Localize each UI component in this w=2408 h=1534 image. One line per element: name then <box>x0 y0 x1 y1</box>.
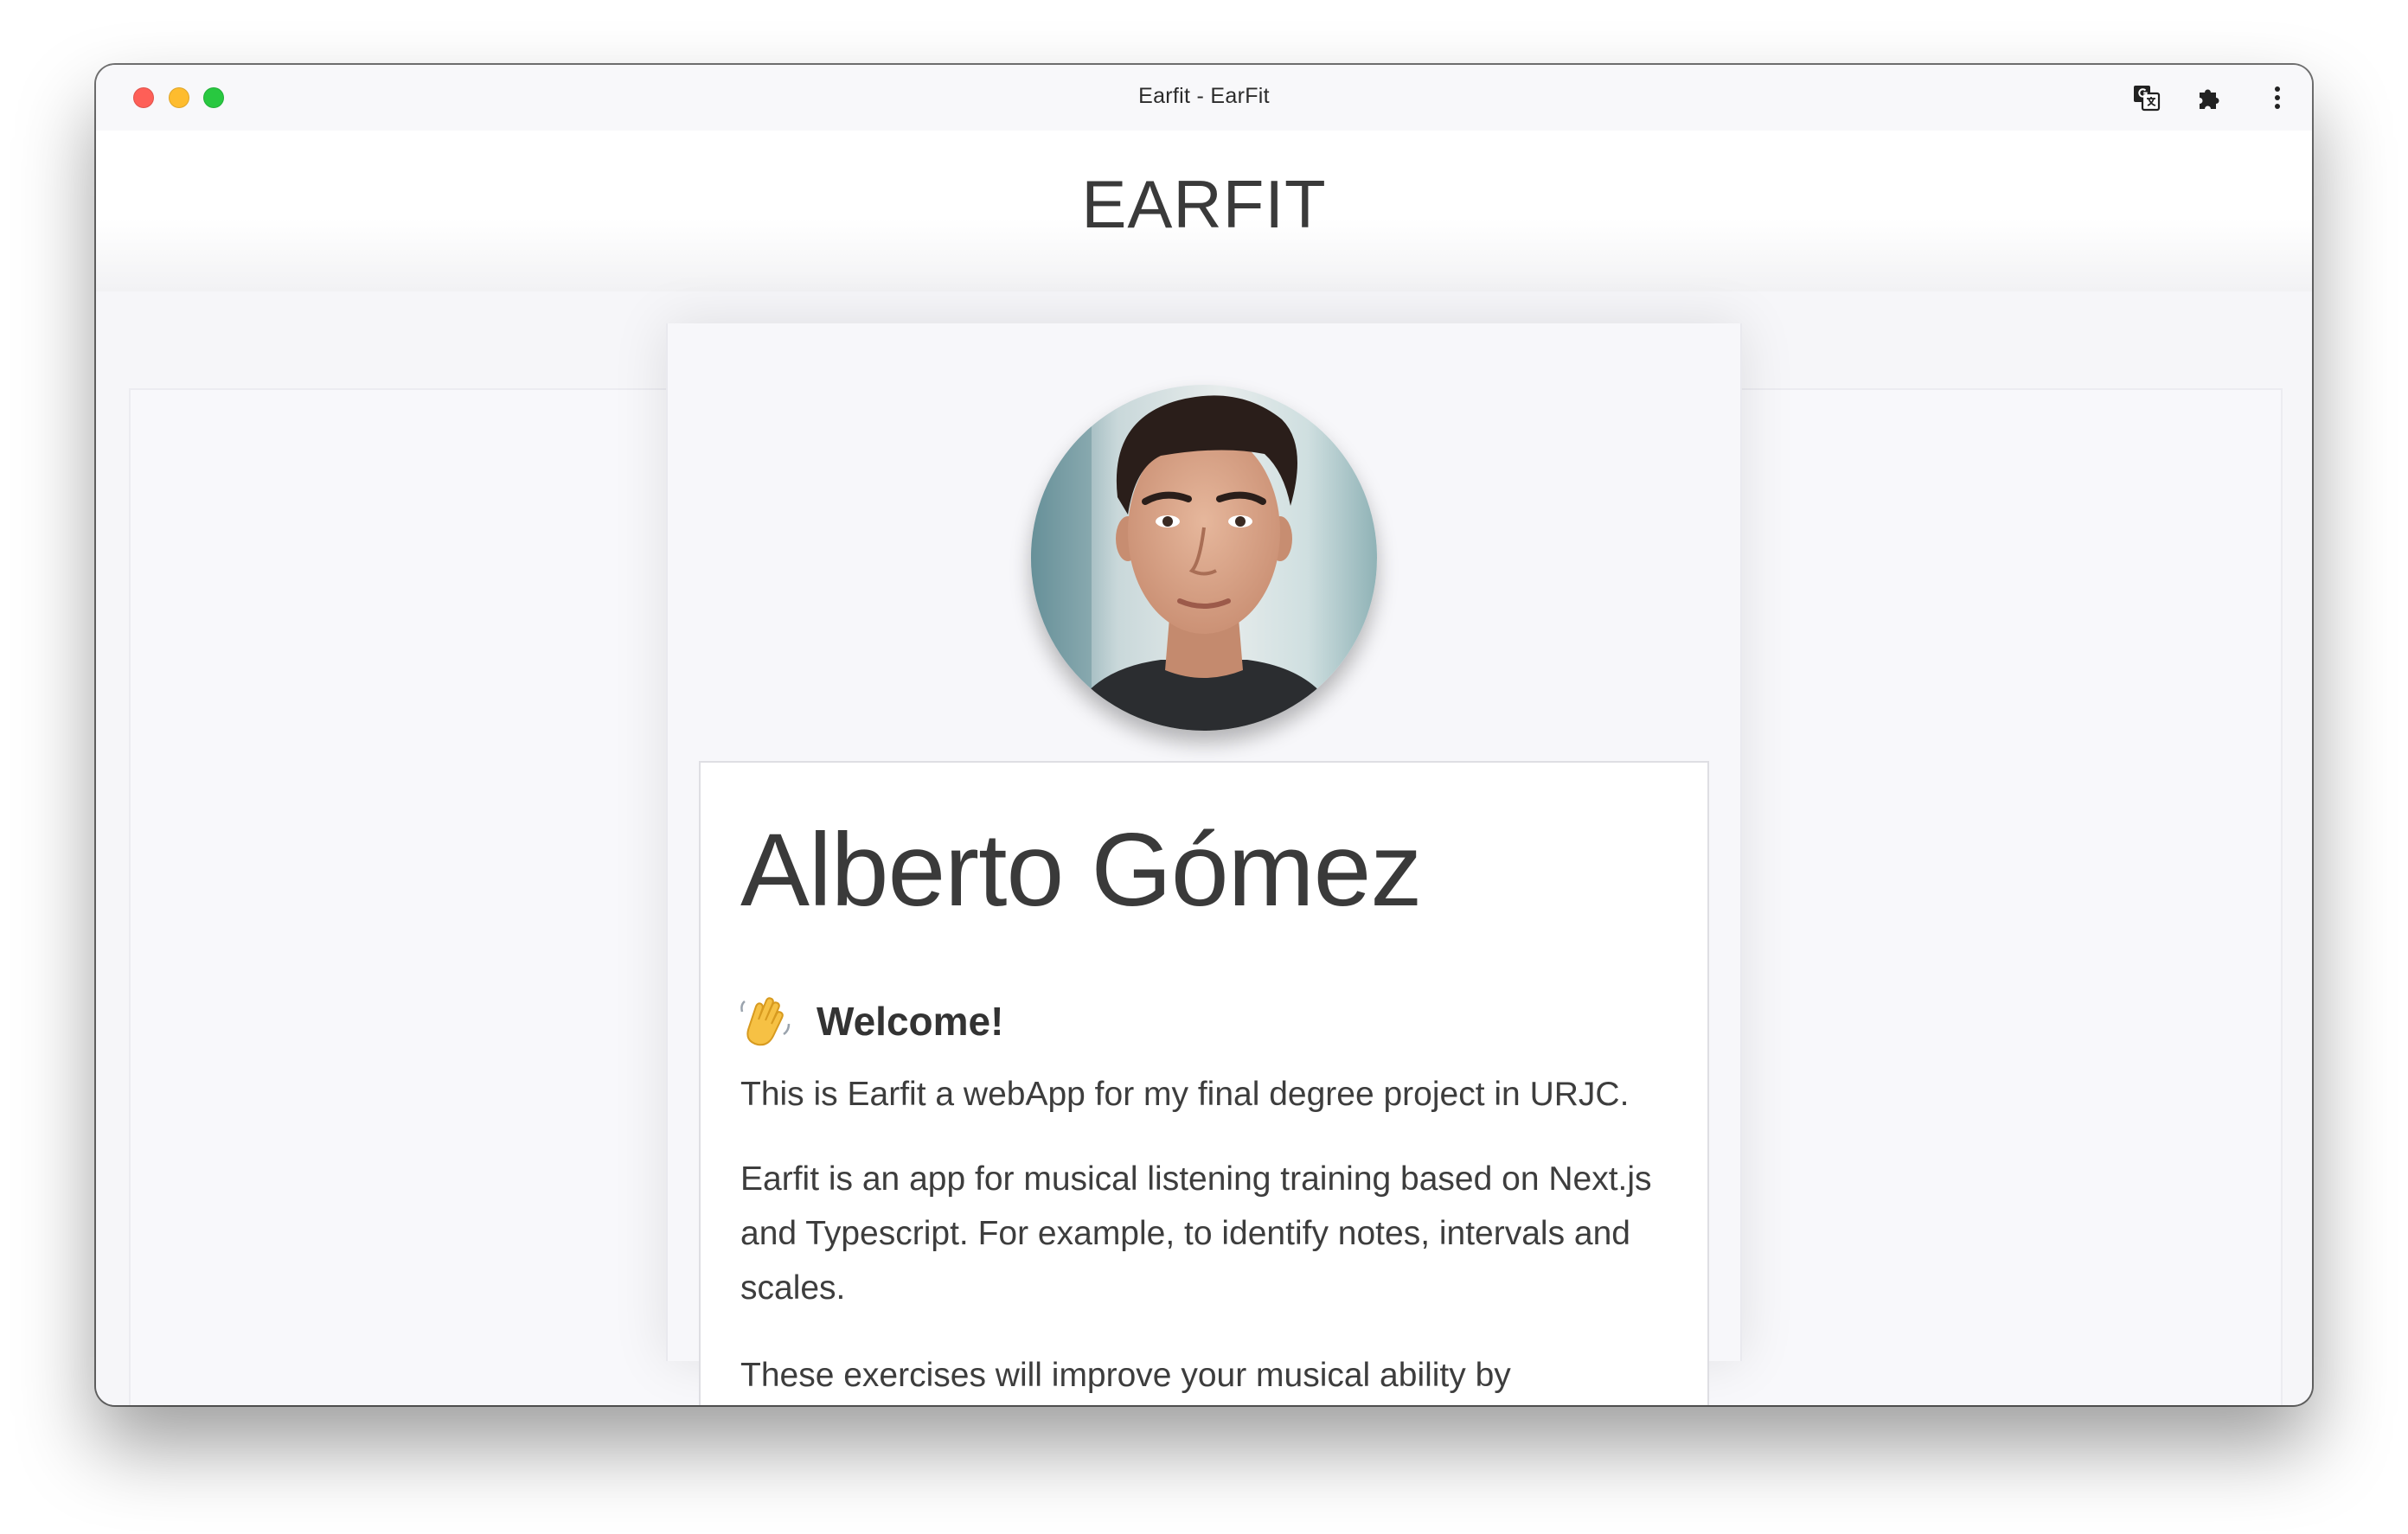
window-title: Earfit - EarFit <box>1138 84 1270 108</box>
more-vert-icon[interactable] <box>2262 82 2293 113</box>
site-title: EARFIT <box>1081 166 1327 242</box>
welcome-text: Welcome! <box>817 999 1004 1044</box>
welcome-heading: Welcome! <box>737 993 1003 1050</box>
intro-paragraph: This is Earfit a webApp for my final deg… <box>740 1076 1630 1113</box>
screen: Earfit - EarFit EARFIT Alberto Gómez Wel… <box>0 0 2408 1534</box>
profile-info-box: Alberto Gómez Welcome! This is Earfit a … <box>699 761 1709 1405</box>
waving-hand-icon <box>737 993 794 1050</box>
profile-name: Alberto Gómez <box>740 812 1422 928</box>
browser-window: Earfit - EarFit EARFIT Alberto Gómez Wel… <box>96 65 2312 1405</box>
benefits-paragraph: These exercises will improve your musica… <box>740 1357 1511 1394</box>
site-header: EARFIT <box>96 131 2312 291</box>
profile-photo <box>1031 385 1377 731</box>
title-bar: Earfit - EarFit <box>96 65 2312 131</box>
translate-icon[interactable] <box>2131 82 2162 113</box>
extensions-puzzle-icon[interactable] <box>2193 82 2225 113</box>
description-paragraph: Earfit is an app for musical listening t… <box>740 1160 1652 1307</box>
avatar <box>1031 385 1377 731</box>
